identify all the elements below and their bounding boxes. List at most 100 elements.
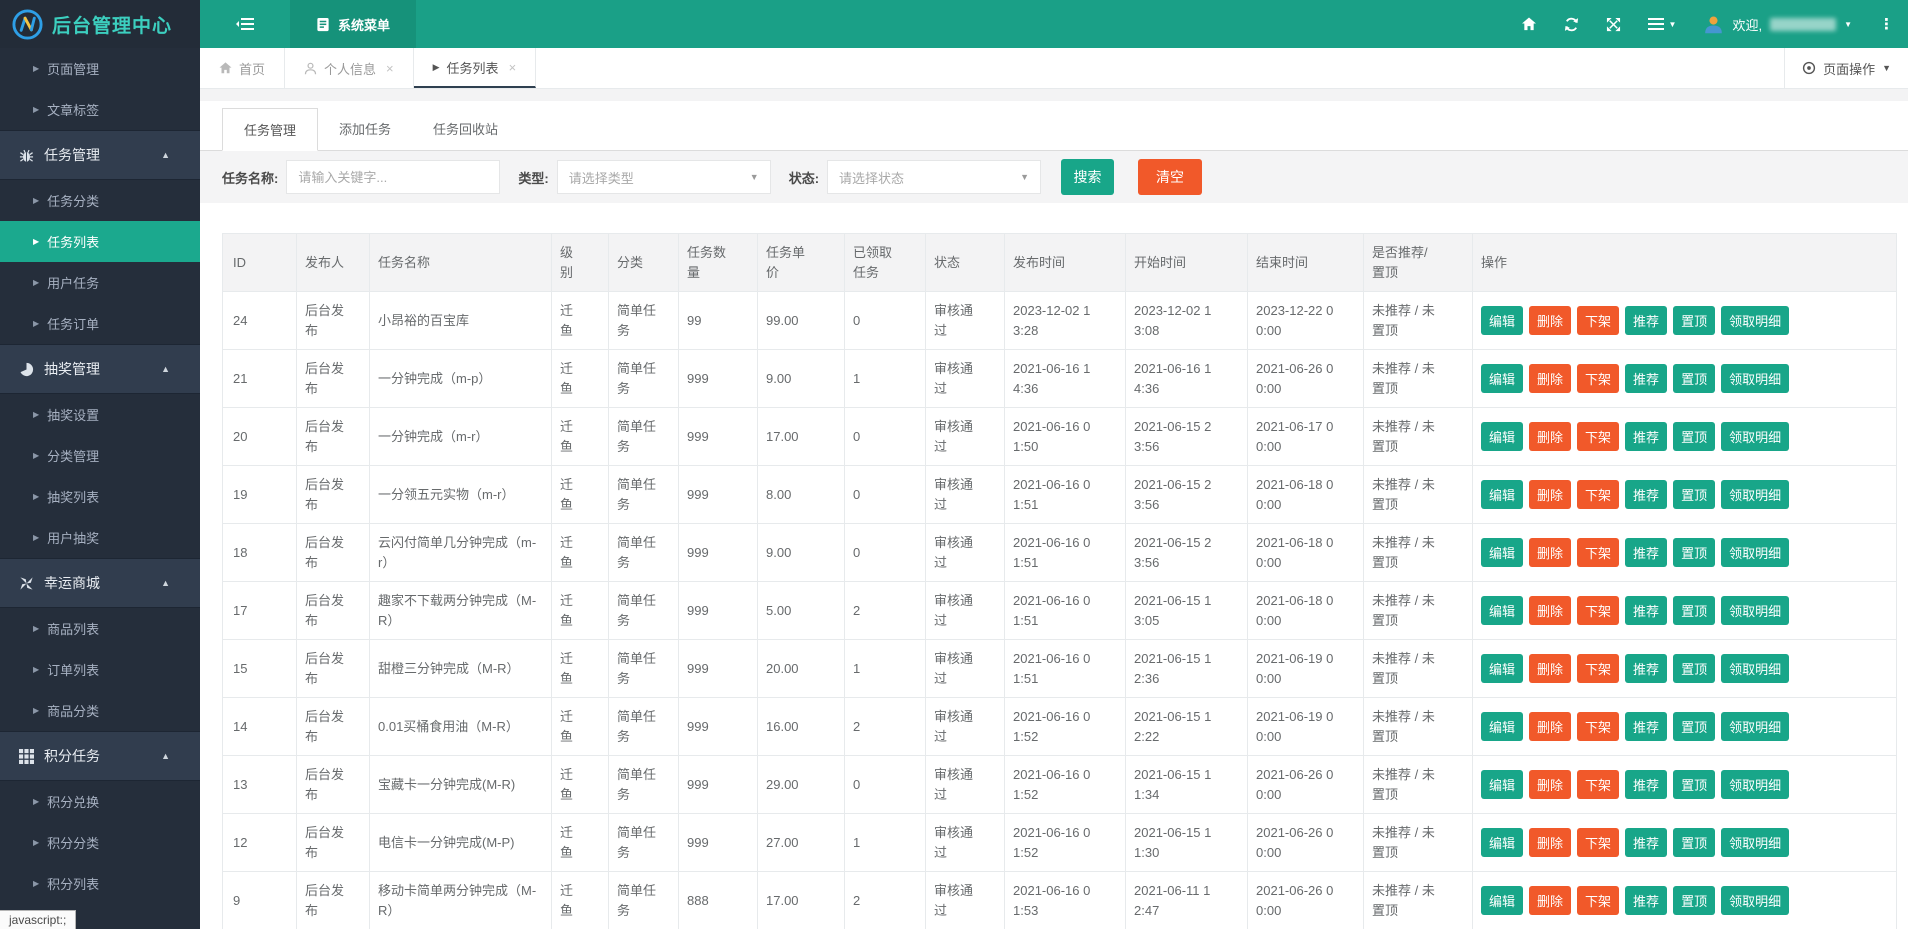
action-off-shelf-button[interactable]: 下架 xyxy=(1577,886,1619,915)
action-edit-button[interactable]: 编辑 xyxy=(1481,654,1523,683)
status-select[interactable]: 请选择状态 ▼ xyxy=(827,160,1041,194)
close-icon[interactable]: × xyxy=(386,61,394,76)
action-off-shelf-button[interactable]: 下架 xyxy=(1577,596,1619,625)
action-claim-detail-button[interactable]: 领取明细 xyxy=(1721,712,1789,741)
tab-item[interactable]: 添加任务 xyxy=(318,108,412,150)
sidebar-item[interactable]: ▶订单列表 xyxy=(0,649,200,690)
action-delete-button[interactable]: 删除 xyxy=(1529,422,1571,451)
more-dots-icon[interactable]: ⋮ xyxy=(1879,15,1894,33)
clear-button[interactable]: 清空 xyxy=(1138,159,1202,195)
action-recommend-button[interactable]: 推荐 xyxy=(1625,886,1667,915)
action-claim-detail-button[interactable]: 领取明细 xyxy=(1721,422,1789,451)
user-menu[interactable]: 欢迎, ▼ xyxy=(1703,14,1852,35)
action-off-shelf-button[interactable]: 下架 xyxy=(1577,538,1619,567)
action-recommend-button[interactable]: 推荐 xyxy=(1625,654,1667,683)
action-edit-button[interactable]: 编辑 xyxy=(1481,886,1523,915)
action-off-shelf-button[interactable]: 下架 xyxy=(1577,828,1619,857)
action-delete-button[interactable]: 删除 xyxy=(1529,306,1571,335)
page-operations-button[interactable]: 页面操作 ▼ xyxy=(1784,48,1908,88)
action-claim-detail-button[interactable]: 领取明细 xyxy=(1721,886,1789,915)
action-pin-top-button[interactable]: 置顶 xyxy=(1673,654,1715,683)
action-recommend-button[interactable]: 推荐 xyxy=(1625,480,1667,509)
tab-active[interactable]: 任务管理 xyxy=(222,108,318,151)
close-icon[interactable]: × xyxy=(509,60,517,75)
sidebar-section[interactable]: 抽奖管理▲ xyxy=(0,344,200,394)
menu-dropdown-icon[interactable]: ▼ xyxy=(1648,18,1677,30)
action-recommend-button[interactable]: 推荐 xyxy=(1625,306,1667,335)
action-delete-button[interactable]: 删除 xyxy=(1529,480,1571,509)
action-edit-button[interactable]: 编辑 xyxy=(1481,538,1523,567)
breadcrumb-tab[interactable]: 个人信息× xyxy=(285,48,414,88)
action-recommend-button[interactable]: 推荐 xyxy=(1625,596,1667,625)
action-pin-top-button[interactable]: 置顶 xyxy=(1673,422,1715,451)
action-edit-button[interactable]: 编辑 xyxy=(1481,364,1523,393)
action-delete-button[interactable]: 删除 xyxy=(1529,770,1571,799)
search-button[interactable]: 搜索 xyxy=(1061,159,1114,195)
sidebar-item[interactable]: ▶积分兑换 xyxy=(0,781,200,822)
action-claim-detail-button[interactable]: 领取明细 xyxy=(1721,364,1789,393)
breadcrumb-tab[interactable]: 首页 xyxy=(200,48,285,88)
action-pin-top-button[interactable]: 置顶 xyxy=(1673,770,1715,799)
type-select[interactable]: 请选择类型 ▼ xyxy=(557,160,771,194)
task-name-input[interactable] xyxy=(286,160,500,194)
action-off-shelf-button[interactable]: 下架 xyxy=(1577,654,1619,683)
action-edit-button[interactable]: 编辑 xyxy=(1481,306,1523,335)
sidebar-item[interactable]: ▶用户抽奖 xyxy=(0,517,200,558)
action-off-shelf-button[interactable]: 下架 xyxy=(1577,770,1619,799)
action-off-shelf-button[interactable]: 下架 xyxy=(1577,364,1619,393)
sidebar-toggle-icon[interactable] xyxy=(200,0,290,48)
action-edit-button[interactable]: 编辑 xyxy=(1481,770,1523,799)
action-delete-button[interactable]: 删除 xyxy=(1529,364,1571,393)
action-delete-button[interactable]: 删除 xyxy=(1529,828,1571,857)
sidebar-item[interactable]: ▶抽奖设置 xyxy=(0,394,200,435)
sidebar-item[interactable]: ▶积分分类 xyxy=(0,822,200,863)
breadcrumb-tab[interactable]: ▶任务列表× xyxy=(414,48,537,88)
sidebar-item[interactable]: ▶抽奖列表 xyxy=(0,476,200,517)
action-claim-detail-button[interactable]: 领取明细 xyxy=(1721,538,1789,567)
sidebar-item[interactable]: ▶页面管理 xyxy=(0,48,200,89)
action-off-shelf-button[interactable]: 下架 xyxy=(1577,422,1619,451)
action-claim-detail-button[interactable]: 领取明细 xyxy=(1721,770,1789,799)
sidebar-item[interactable]: ▶任务分类 xyxy=(0,180,200,221)
action-claim-detail-button[interactable]: 领取明细 xyxy=(1721,596,1789,625)
action-recommend-button[interactable]: 推荐 xyxy=(1625,422,1667,451)
tab-system-menu[interactable]: 系统菜单 xyxy=(290,0,416,48)
action-delete-button[interactable]: 删除 xyxy=(1529,654,1571,683)
action-claim-detail-button[interactable]: 领取明细 xyxy=(1721,306,1789,335)
action-edit-button[interactable]: 编辑 xyxy=(1481,828,1523,857)
sidebar-item[interactable]: ▶分类管理 xyxy=(0,435,200,476)
action-recommend-button[interactable]: 推荐 xyxy=(1625,538,1667,567)
action-off-shelf-button[interactable]: 下架 xyxy=(1577,712,1619,741)
action-claim-detail-button[interactable]: 领取明细 xyxy=(1721,480,1789,509)
action-off-shelf-button[interactable]: 下架 xyxy=(1577,480,1619,509)
sidebar-item[interactable]: ▶积分列表 xyxy=(0,863,200,904)
sidebar-item[interactable]: ▶用户任务 xyxy=(0,262,200,303)
home-icon[interactable] xyxy=(1521,17,1537,31)
action-delete-button[interactable]: 删除 xyxy=(1529,712,1571,741)
action-pin-top-button[interactable]: 置顶 xyxy=(1673,886,1715,915)
sidebar-section[interactable]: 任务管理▲ xyxy=(0,130,200,180)
action-pin-top-button[interactable]: 置顶 xyxy=(1673,828,1715,857)
refresh-icon[interactable] xyxy=(1564,17,1579,32)
action-pin-top-button[interactable]: 置顶 xyxy=(1673,306,1715,335)
action-pin-top-button[interactable]: 置顶 xyxy=(1673,712,1715,741)
action-pin-top-button[interactable]: 置顶 xyxy=(1673,480,1715,509)
action-delete-button[interactable]: 删除 xyxy=(1529,886,1571,915)
action-edit-button[interactable]: 编辑 xyxy=(1481,596,1523,625)
action-pin-top-button[interactable]: 置顶 xyxy=(1673,364,1715,393)
action-pin-top-button[interactable]: 置顶 xyxy=(1673,596,1715,625)
sidebar-item[interactable]: ▶商品分类 xyxy=(0,690,200,731)
sidebar-item[interactable]: ▶文章标签 xyxy=(0,89,200,130)
action-recommend-button[interactable]: 推荐 xyxy=(1625,712,1667,741)
action-pin-top-button[interactable]: 置顶 xyxy=(1673,538,1715,567)
tab-item[interactable]: 任务回收站 xyxy=(412,108,519,150)
action-recommend-button[interactable]: 推荐 xyxy=(1625,828,1667,857)
action-claim-detail-button[interactable]: 领取明细 xyxy=(1721,654,1789,683)
action-edit-button[interactable]: 编辑 xyxy=(1481,422,1523,451)
action-delete-button[interactable]: 删除 xyxy=(1529,538,1571,567)
sidebar-section[interactable]: 幸运商城▲ xyxy=(0,558,200,608)
action-delete-button[interactable]: 删除 xyxy=(1529,596,1571,625)
action-recommend-button[interactable]: 推荐 xyxy=(1625,364,1667,393)
fullscreen-icon[interactable] xyxy=(1606,17,1621,32)
sidebar-item[interactable]: ▶任务订单 xyxy=(0,303,200,344)
